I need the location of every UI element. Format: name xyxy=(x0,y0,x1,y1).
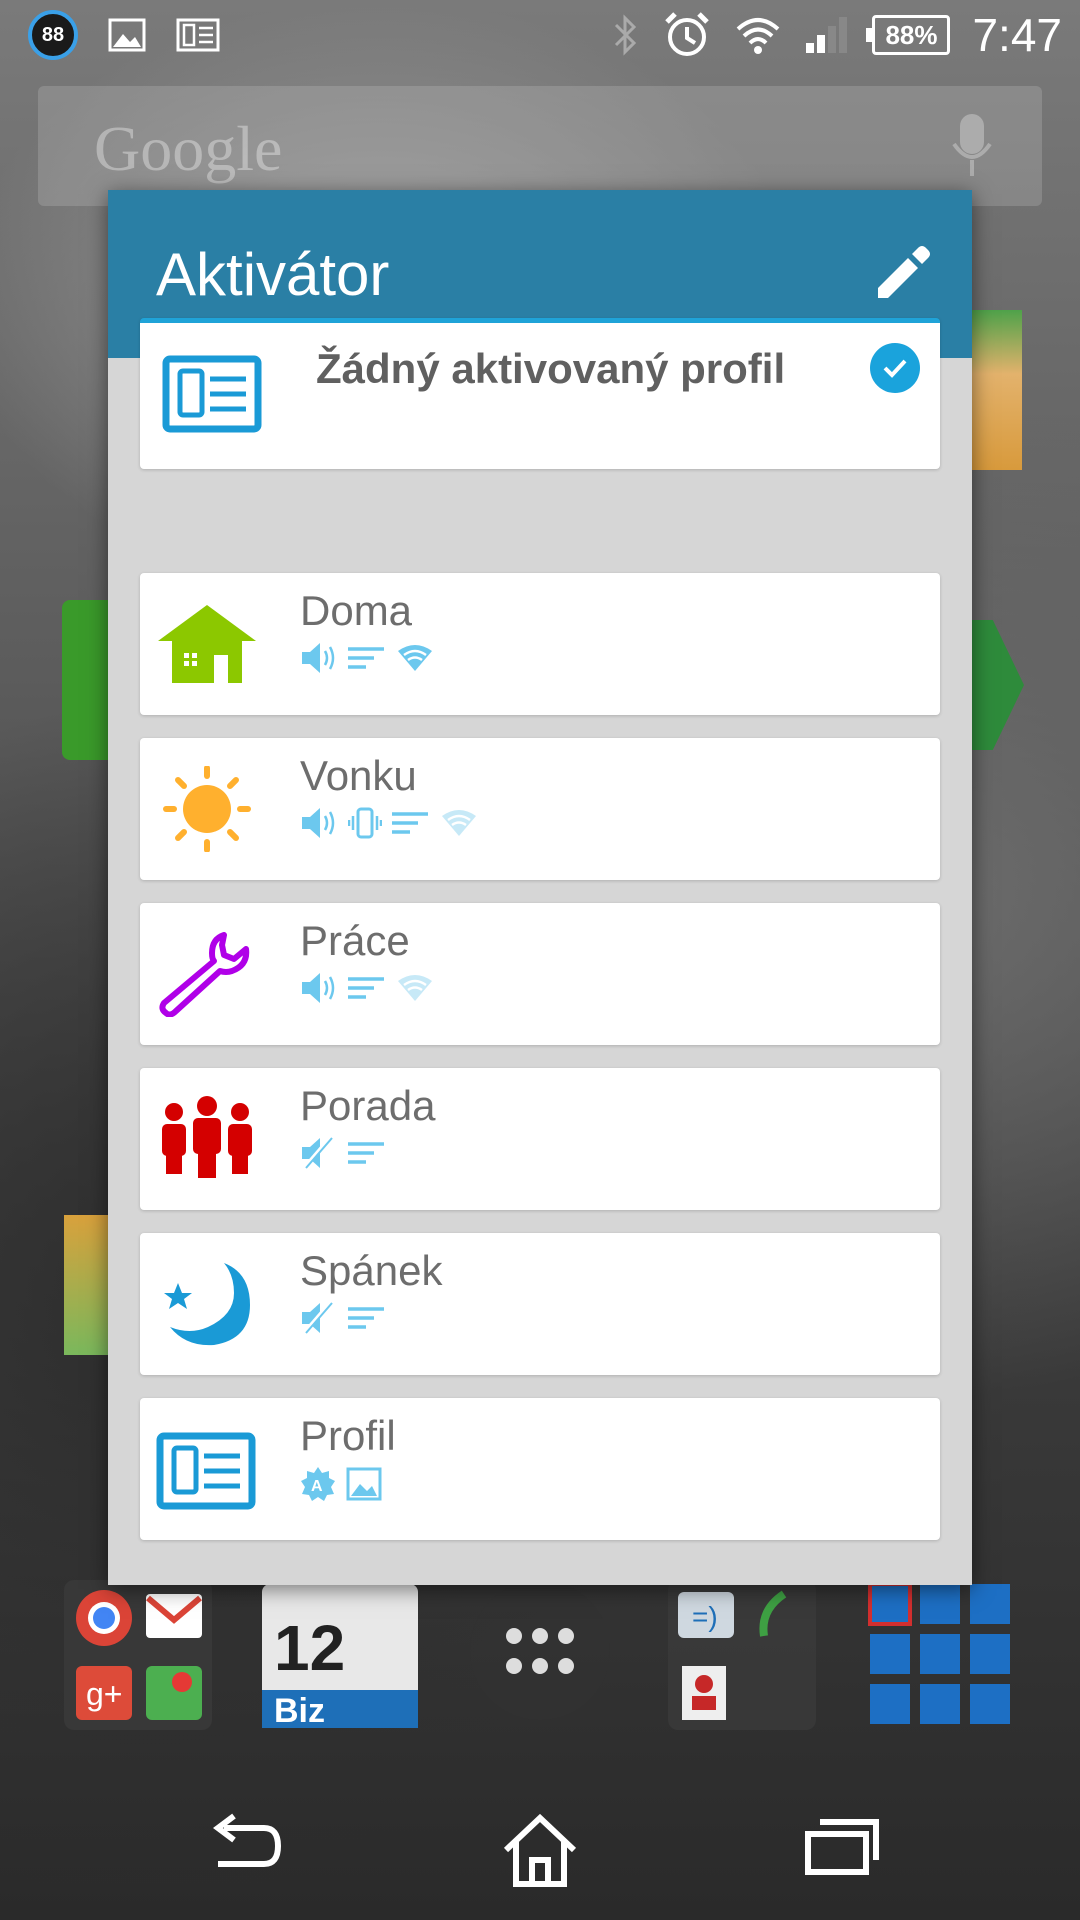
profile-name: Vonku xyxy=(300,752,417,799)
app-icon-left-2[interactable] xyxy=(64,1215,108,1355)
profile-name: Porada xyxy=(300,1082,436,1129)
status-bar: 88 88% 7:47 xyxy=(0,0,1080,75)
google-logo: Google xyxy=(94,113,283,184)
active-profile-card[interactable]: Žádný aktivovaný profil xyxy=(140,318,940,469)
wifi-off-icon xyxy=(442,810,476,836)
volume-icon xyxy=(302,643,335,673)
profile-notification-icon xyxy=(176,18,220,52)
wrench-icon xyxy=(159,932,250,1017)
app-drawer-icon xyxy=(506,1628,574,1674)
google-folder-icon: g+ xyxy=(76,1590,202,1720)
profile-card-icon xyxy=(156,1432,256,1510)
communication-folder[interactable]: =) xyxy=(668,1580,816,1730)
profile-item-doma[interactable]: Doma xyxy=(140,573,940,715)
profile-name: Profil xyxy=(300,1412,396,1459)
notification-lines-icon xyxy=(392,812,428,834)
profile-item-profil[interactable]: Profil A xyxy=(140,1398,940,1540)
widget-grid-icon[interactable] xyxy=(866,1580,1016,1730)
microphone-icon[interactable] xyxy=(950,112,994,182)
vibrate-icon xyxy=(348,807,382,839)
alarm-icon xyxy=(665,12,710,56)
profile-item-prace[interactable]: Práce xyxy=(140,903,940,1045)
mute-icon xyxy=(302,1136,333,1170)
house-icon xyxy=(158,605,256,683)
app-drawer-button[interactable] xyxy=(470,1580,610,1720)
calendar-app-icon[interactable]: 12 Biz xyxy=(260,1580,420,1730)
navigation-bar xyxy=(0,1780,1080,1920)
svg-text:A: A xyxy=(311,1478,323,1495)
wifi-icon xyxy=(398,645,432,671)
profile-name: Doma xyxy=(300,587,413,634)
notification-lines-icon xyxy=(348,977,384,999)
battery-indicator: 88% xyxy=(866,15,951,55)
svg-text:g+: g+ xyxy=(86,1676,122,1712)
active-profile-name: Žádný aktivovaný profil xyxy=(316,345,786,392)
profile-name: Práce xyxy=(300,917,410,964)
image-notification-icon xyxy=(108,18,146,52)
volume-icon xyxy=(302,808,335,838)
google-apps-folder[interactable]: g+ xyxy=(64,1580,212,1730)
volume-icon xyxy=(302,973,335,1003)
activator-dialog: Aktivátor Žádný aktivovaný profil Doma V… xyxy=(108,190,972,1585)
wifi-status-icon xyxy=(737,18,780,54)
profile-item-porada[interactable]: Porada xyxy=(140,1068,940,1210)
dock: g+ 12 Biz =) xyxy=(0,1570,1080,1740)
home-icon[interactable] xyxy=(500,1810,580,1890)
notification-lines-icon xyxy=(348,1307,384,1329)
sun-icon xyxy=(163,766,251,852)
svg-text:=): =) xyxy=(692,1601,718,1632)
notification-lines-icon xyxy=(348,1142,384,1164)
dialog-title: Aktivátor xyxy=(156,241,390,308)
recent-apps-icon[interactable] xyxy=(802,1810,882,1880)
svg-text:12: 12 xyxy=(274,1612,345,1684)
notification-count-badge: 88 xyxy=(28,10,78,60)
svg-text:Biz: Biz xyxy=(274,1692,325,1730)
app-icon-right-1[interactable] xyxy=(972,310,1022,470)
clock: 7:47 xyxy=(972,9,1062,61)
profile-name: Spánek xyxy=(300,1247,443,1294)
auto-brightness-icon: A xyxy=(301,1467,335,1501)
profile-item-spanek[interactable]: Spánek xyxy=(140,1233,940,1375)
wifi-off-icon xyxy=(398,975,432,1001)
bluetooth-icon xyxy=(615,14,637,56)
signal-icon xyxy=(806,17,848,53)
profile-card-icon xyxy=(162,355,262,433)
app-icon-left-1[interactable] xyxy=(62,600,108,760)
mute-icon xyxy=(302,1301,333,1335)
edit-icon[interactable] xyxy=(868,240,934,306)
notification-lines-icon xyxy=(348,647,384,669)
wallpaper-icon xyxy=(346,1467,382,1501)
active-check-icon xyxy=(870,343,920,393)
moon-icon xyxy=(164,1263,250,1346)
people-icon xyxy=(162,1096,252,1178)
back-icon[interactable] xyxy=(204,1810,284,1880)
google-search-bar[interactable]: Google xyxy=(38,86,1042,206)
profile-item-vonku[interactable]: Vonku xyxy=(140,738,940,880)
